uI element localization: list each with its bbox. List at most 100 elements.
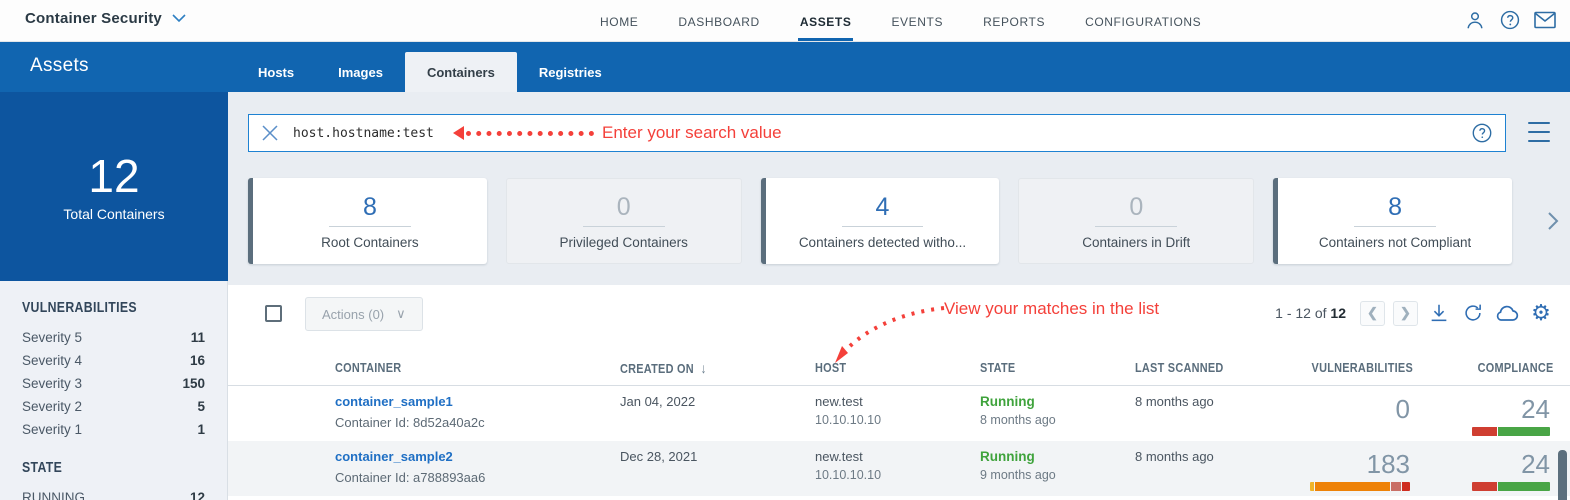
container-link[interactable]: container_sample2 [335,449,453,464]
card-containers-in-drift[interactable]: 0 Containers in Drift [1018,178,1255,264]
filter-count: 11 [190,330,205,345]
total-containers-panel[interactable]: 12 Total Containers [0,92,228,281]
filter-state-running[interactable]: RUNNING 12 [22,486,205,500]
cards-next-icon[interactable] [1542,206,1564,236]
pagination: 1 - 12 of 12 ❮ ❯ ⚙ [1275,300,1554,326]
filter-severity-4[interactable]: Severity 4 16 [22,349,205,372]
col-last-scanned[interactable]: LAST SCANNED [1135,360,1236,375]
sort-descending-icon[interactable]: ↓ [701,360,707,376]
filter-severity-3[interactable]: Severity 3 150 [22,372,205,395]
card-label: Containers not Compliant [1318,234,1472,250]
host-name: new.test [815,394,863,409]
filter-label: Severity 1 [22,422,83,437]
product-switcher[interactable]: Container Security [25,10,186,27]
container-security-app: Container Security HOME DASHBOARD ASSETS… [0,0,1570,500]
container-id: Container Id: 8d52a40a2c [335,415,485,430]
search-query-text: host.hostname:test [293,125,434,141]
card-count: 8 [328,193,411,227]
vulnerabilities-count: 183 [1366,449,1410,479]
compliance-cell: 24 [1430,386,1570,441]
card-count: 8 [1354,193,1437,227]
page-title: Assets [30,55,89,76]
table-row[interactable]: container_sample1 Container Id: 8d52a40a… [228,386,1570,441]
card-label: Containers in Drift [1082,234,1191,250]
vulnerabilities-count: 0 [1395,394,1410,424]
filter-label: Severity 5 [22,330,83,345]
col-created-on[interactable]: CREATED ON ↓ [620,360,784,376]
settings-gear-icon[interactable]: ⚙ [1528,300,1554,326]
container-link[interactable]: container_sample1 [335,394,453,409]
host-ip: 10.10.10.10 [815,413,882,427]
card-count: 0 [1095,193,1178,227]
menu-icon[interactable] [1528,122,1550,142]
nav-configurations[interactable]: CONFIGURATIONS [1083,2,1203,41]
filter-count: 16 [189,353,205,368]
list-annotation-text: View your matches in the list [944,299,1160,318]
card-privileged-containers[interactable]: 0 Privileged Containers [505,178,742,264]
nav-reports[interactable]: REPORTS [981,2,1047,41]
filter-count: 5 [197,399,205,414]
card-containers-not-compliant[interactable]: 8 Containers not Compliant [1273,178,1512,264]
cloud-icon[interactable] [1494,300,1520,326]
last-scanned-cell: 8 months ago [1135,394,1214,409]
select-all-checkbox[interactable] [265,305,282,322]
tab-containers[interactable]: Containers [404,52,517,92]
filter-label: Severity 2 [22,399,83,414]
search-row: host.hostname:test Enter your search val… [248,114,1550,152]
tab-registries[interactable]: Registries [517,52,624,92]
col-host[interactable]: HOST [815,360,954,375]
help-icon[interactable] [1497,7,1523,33]
actions-dropdown[interactable]: Actions (0) ∨ [305,297,423,331]
download-icon[interactable] [1426,300,1452,326]
search-input[interactable]: host.hostname:test [248,114,1506,152]
total-containers-count: 12 [88,150,140,203]
card-count: 0 [582,193,665,227]
vulnerabilities-bar [1310,482,1410,491]
card-label: Root Containers [321,234,419,250]
refresh-icon[interactable] [1460,300,1486,326]
main-nav: HOME DASHBOARD ASSETS EVENTS REPORTS CON… [598,0,1203,42]
card-root-containers[interactable]: 8 Root Containers [248,178,487,264]
top-bar: Container Security HOME DASHBOARD ASSETS… [0,0,1570,42]
col-container[interactable]: CONTAINER [335,360,574,375]
nav-events[interactable]: EVENTS [889,2,945,41]
chevron-down-icon: ∨ [396,306,406,321]
table-row[interactable]: container_sample2 Container Id: a788893a… [228,441,1570,496]
page-next-icon[interactable]: ❯ [1393,300,1418,326]
compliance-count: 24 [1521,449,1550,479]
card-label: Privileged Containers [559,234,688,250]
tab-hosts[interactable]: Hosts [236,52,316,92]
nav-assets[interactable]: ASSETS [797,2,854,41]
main-content: host.hostname:test Enter your search val… [228,92,1570,500]
card-containers-detected[interactable]: 4 Containers detected witho... [760,178,1000,264]
host-cell: new.test 10.10.10.10 [815,386,980,441]
user-icon[interactable] [1462,7,1488,33]
compliance-bar [1472,427,1550,436]
nav-home[interactable]: HOME [598,2,640,41]
state-filter-section: STATE RUNNING 12 [0,441,227,500]
tab-images[interactable]: Images [316,52,405,92]
card-label: Containers detected witho... [798,234,967,250]
vulnerabilities-filter-section: VULNERABILITIES Severity 5 11 Severity 4… [0,281,227,441]
created-on-cell: Jan 04, 2022 [620,394,696,409]
filter-severity-5[interactable]: Severity 5 11 [22,326,205,349]
col-compliance[interactable]: COMPLIANCE [1477,360,1570,375]
mail-icon[interactable] [1532,7,1558,33]
clear-search-icon[interactable] [261,124,279,142]
col-state[interactable]: STATE [980,360,1110,375]
nav-dashboard[interactable]: DASHBOARD [676,2,761,41]
vulnerabilities-cell: 183 [1255,441,1430,496]
filter-severity-1[interactable]: Severity 1 1 [22,418,205,441]
filter-count: 12 [189,490,205,500]
filter-label: Severity 4 [22,353,83,368]
page-previous-icon[interactable]: ❮ [1360,300,1385,326]
search-help-icon[interactable] [1471,122,1493,144]
col-vulnerabilities[interactable]: VULNERABILITIES [1312,360,1430,375]
vulnerabilities-cell: 0 [1255,386,1430,441]
container-id: Container Id: a788893aa6 [335,470,486,485]
card-count: 4 [841,193,924,227]
filter-severity-2[interactable]: Severity 2 5 [22,395,205,418]
state-cell: Running 8 months ago [980,386,1135,441]
vertical-scrollbar[interactable] [1558,450,1567,500]
actions-label: Actions (0) [322,306,385,322]
